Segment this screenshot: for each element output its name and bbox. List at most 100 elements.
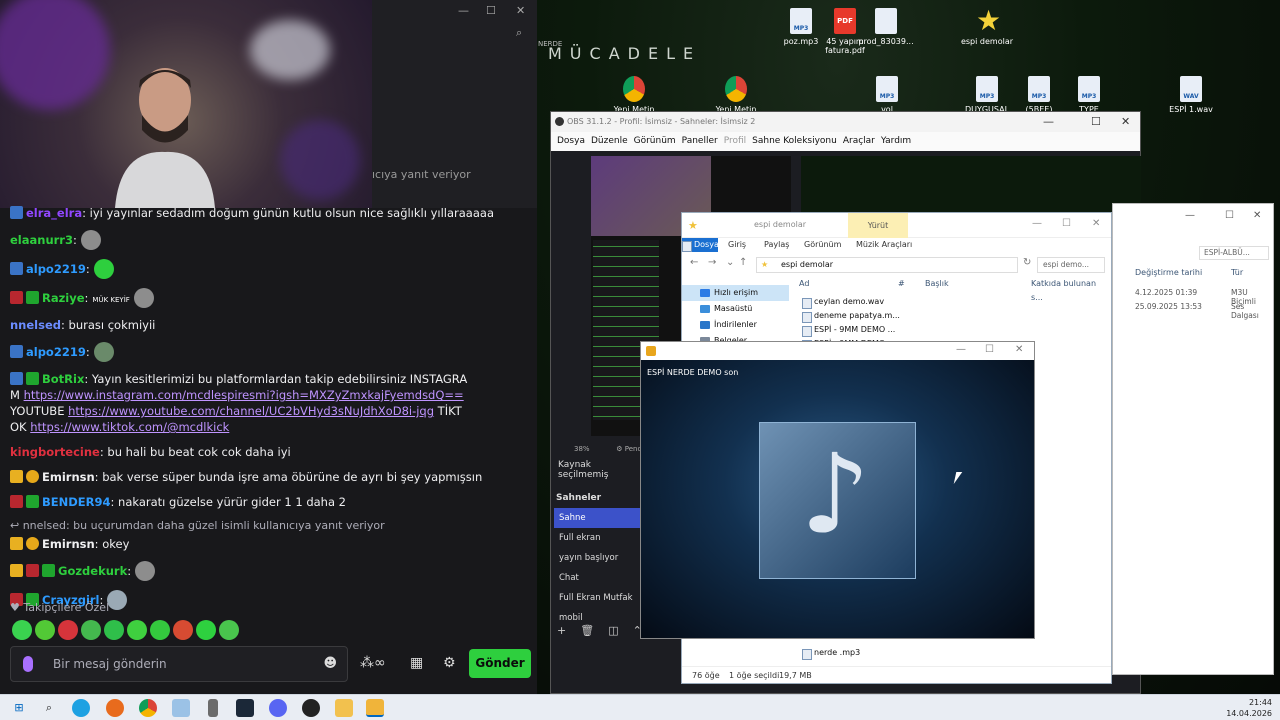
chat-username[interactable]: nnelsed [10, 318, 61, 332]
emote-icon[interactable] [196, 620, 216, 640]
vip-badge-icon[interactable] [26, 291, 39, 304]
red-badge-icon[interactable] [10, 495, 23, 508]
tab-tools-play[interactable]: Yürüt [848, 213, 908, 238]
chat-username[interactable]: kingbortecine [10, 445, 100, 459]
emote-icon[interactable] [104, 620, 124, 640]
col-type[interactable]: Tür [1231, 268, 1243, 277]
add-icon[interactable]: + [557, 624, 566, 637]
back-icon[interactable]: ← [690, 257, 698, 268]
file-item[interactable]: ESPİ - 9MM DEMO ... [802, 323, 1002, 337]
discord-icon[interactable] [269, 699, 287, 717]
emote-icon[interactable] [35, 620, 55, 640]
send-button[interactable]: Gönder [469, 649, 531, 678]
maximize-icon[interactable]: ☐ [1062, 218, 1071, 229]
obs-scene-item[interactable]: yayın başlıyor [554, 548, 640, 568]
filter-icon[interactable]: ◫ [608, 624, 618, 637]
column-header[interactable]: Ad [799, 277, 809, 291]
file-item[interactable]: deneme papatya.m... [802, 309, 1002, 323]
mod-badge-icon[interactable] [10, 206, 23, 219]
explorer2-search[interactable]: ESPİ-ALBÜ... [1199, 246, 1269, 260]
folder-icon[interactable] [335, 699, 353, 717]
obs-scene-item[interactable]: Sahne [554, 508, 640, 528]
chat-username[interactable]: elra_elra [26, 206, 82, 220]
column-header[interactable]: # [898, 277, 905, 291]
settings-icon[interactable]: ⚙ [443, 655, 456, 671]
mod-badge-icon[interactable] [10, 345, 23, 358]
desktop-icon[interactable]: ESPİ 1.wav [1161, 76, 1221, 114]
file-item[interactable]: nerde .mp3 [802, 646, 860, 660]
chat-username[interactable]: Emirnsn [42, 470, 95, 484]
desktop-icon[interactable]: ★ espi demolar [957, 7, 1017, 47]
forward-icon[interactable]: → [708, 257, 716, 268]
tiktok-link[interactable]: https://www.tiktok.com/@mcdlkick [30, 420, 229, 434]
obs-scene-item[interactable]: Full Ekran Mutfak [554, 588, 640, 608]
close-icon[interactable]: ✕ [1092, 218, 1100, 229]
obs-menu-item[interactable]: Profil [724, 132, 746, 151]
chat-username[interactable]: BENDER94 [42, 495, 111, 509]
app-icon[interactable] [172, 699, 190, 717]
obs-menu-item[interactable]: Görünüm [634, 132, 676, 151]
chat-input[interactable]: Bir mesaj gönderin ☻ [10, 646, 348, 682]
chat-username[interactable]: BotRix [42, 372, 84, 386]
mic-icon[interactable] [23, 656, 33, 672]
red-badge-icon[interactable] [26, 564, 39, 577]
chevron-down-icon[interactable]: ⌄ [726, 257, 734, 268]
crown-badge-icon[interactable] [10, 470, 23, 483]
instagram-link[interactable]: https://www.instagram.com/mcdlespiresmi?… [24, 388, 464, 402]
obs-scene-item[interactable]: Chat [554, 568, 640, 588]
youtube-link[interactable]: https://www.youtube.com/channel/UC2bVHyd… [68, 404, 434, 418]
vip-badge-icon[interactable] [42, 564, 55, 577]
ribbon-tab[interactable]: Paylaş [764, 238, 789, 251]
desktop-icon[interactable]: prod_83039... [856, 8, 916, 46]
close-icon[interactable]: ✕ [516, 4, 525, 17]
column-header[interactable]: Başlık [925, 277, 949, 291]
desktop-icon[interactable]: Yeni Metin [706, 76, 766, 114]
media-player-icon[interactable] [366, 699, 384, 717]
up-icon[interactable]: ↑ [739, 257, 747, 268]
chrome-icon[interactable] [139, 699, 157, 717]
sub-badge-icon[interactable] [26, 537, 39, 550]
emoji-icon[interactable]: ☻ [323, 656, 337, 671]
ribbon-tab[interactable]: Müzik Araçları [856, 238, 912, 251]
chat-username[interactable]: alpo2219 [26, 345, 86, 359]
chat-username[interactable]: alpo2219 [26, 262, 86, 276]
close-icon[interactable]: ✕ [1015, 344, 1023, 355]
usb-icon[interactable] [208, 699, 218, 717]
obs-menu-item[interactable]: Yardım [881, 132, 911, 151]
trash-icon[interactable]: 🗑 [580, 624, 594, 637]
ribbon-tab[interactable]: Dosya [682, 238, 719, 252]
desktop-icon[interactable]: TYPE [1059, 76, 1119, 114]
close-icon[interactable]: ✕ [1253, 210, 1261, 221]
zoom-icon[interactable]: ⌕ [516, 26, 522, 40]
clock[interactable]: 21:44 14.04.2026 [1226, 697, 1272, 719]
emote-icon[interactable] [12, 620, 32, 640]
search-input[interactable]: espi demo... [1037, 257, 1105, 273]
minimize-icon[interactable]: — [1032, 218, 1042, 229]
edge-icon[interactable] [72, 699, 90, 717]
col-date[interactable]: Değiştirme tarihi [1135, 268, 1202, 277]
vip-badge-icon[interactable] [26, 495, 39, 508]
minimize-icon[interactable]: — [1185, 210, 1195, 221]
store-icon[interactable]: ▦ [410, 655, 423, 671]
nav-item[interactable]: İndirilenler [682, 317, 789, 333]
emote-icon[interactable] [81, 620, 101, 640]
search-icon[interactable]: ⌕ [40, 699, 58, 717]
obs-menu-item[interactable]: Sahne Koleksiyonu [752, 132, 837, 151]
obs-scene-item[interactable]: Full ekran [554, 528, 640, 548]
minimize-icon[interactable]: — [458, 4, 469, 17]
crown-badge-icon[interactable] [10, 564, 23, 577]
address-input[interactable]: ★ espi demolar [756, 257, 1018, 273]
maximize-icon[interactable]: ☐ [1091, 112, 1101, 132]
sub-badge-icon[interactable] [26, 470, 39, 483]
emote-icon[interactable] [173, 620, 193, 640]
emote-icon[interactable] [150, 620, 170, 640]
start-icon[interactable]: ⊞ [10, 699, 28, 717]
chat-username[interactable]: Emirnsn [42, 537, 95, 551]
crown-badge-icon[interactable] [10, 537, 23, 550]
browser-icon[interactable] [106, 699, 124, 717]
ribbon-tab[interactable]: Giriş [728, 238, 746, 251]
obs-icon[interactable] [302, 699, 320, 717]
maximize-icon[interactable]: ☐ [985, 344, 994, 355]
desktop-icon[interactable]: Yeni Metin [604, 76, 664, 114]
mod-badge-icon[interactable] [10, 262, 23, 275]
